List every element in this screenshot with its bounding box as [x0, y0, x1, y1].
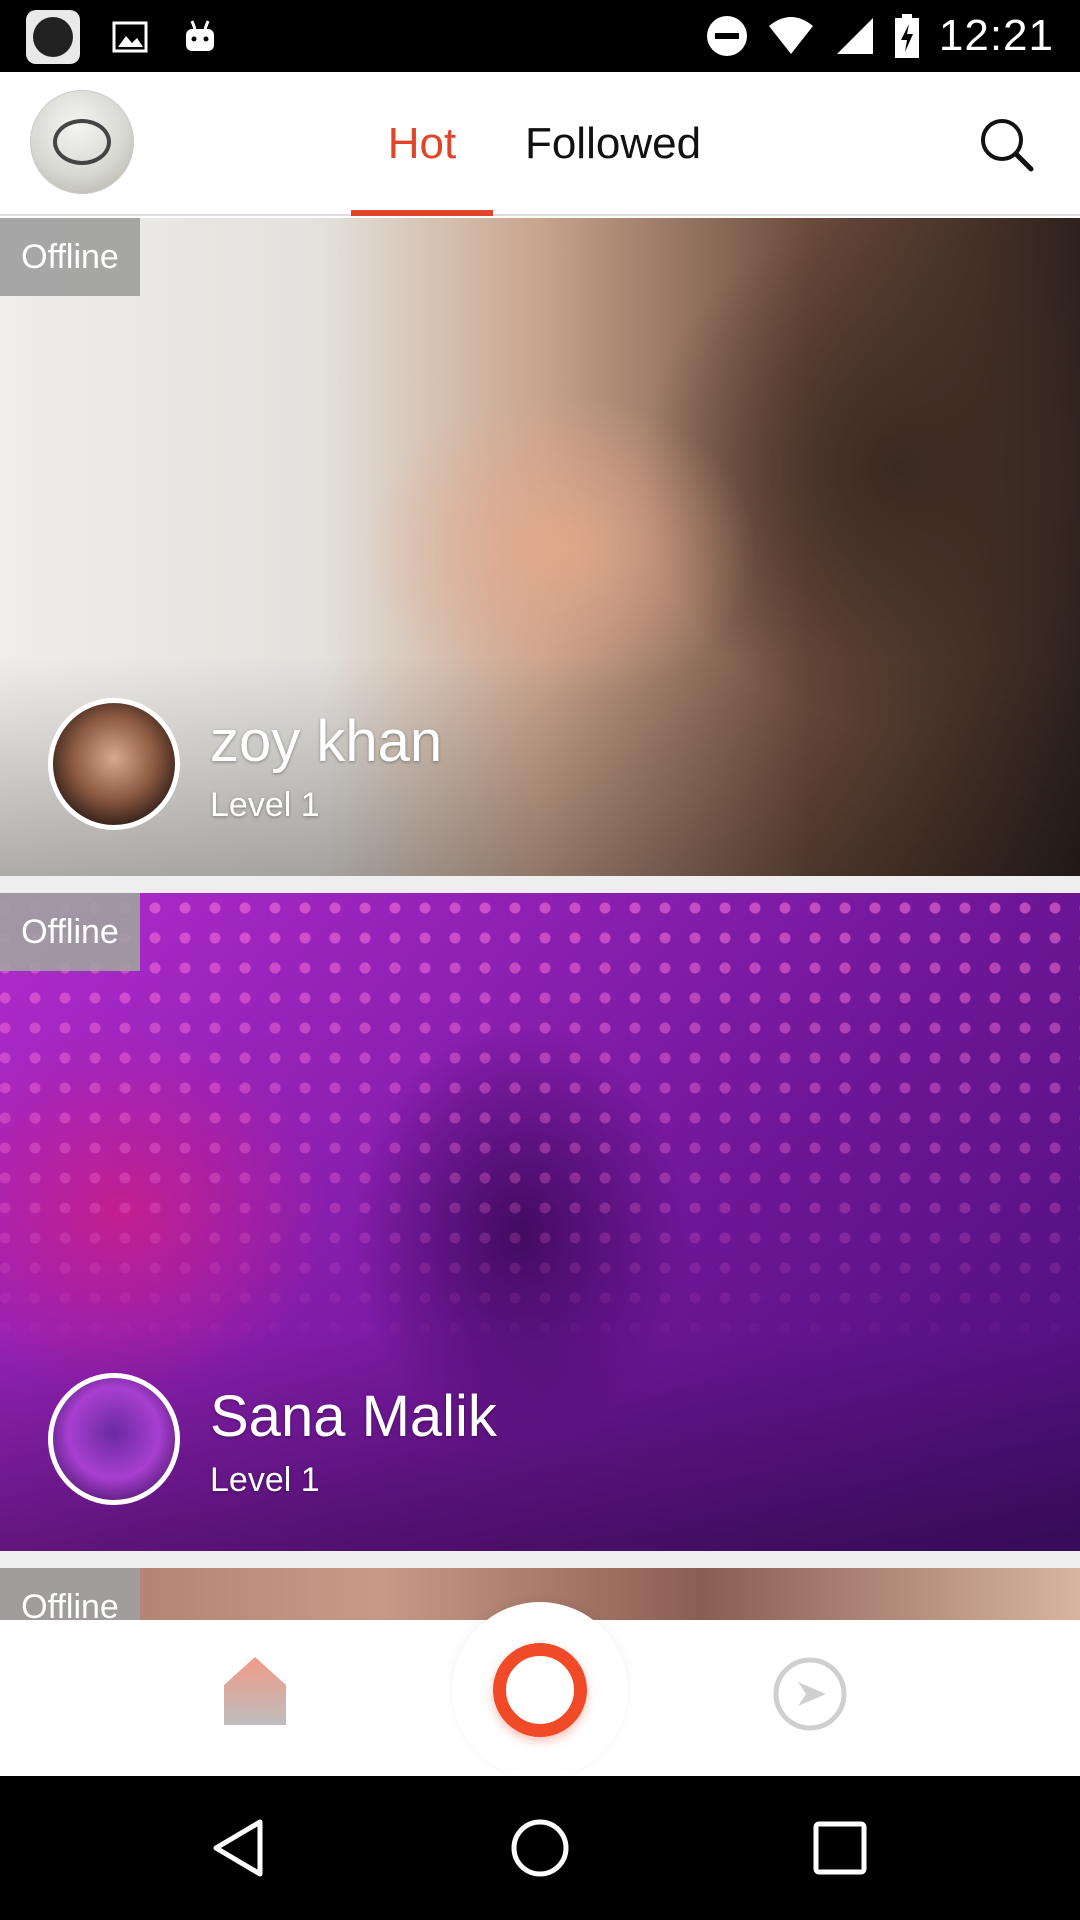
wifi-icon	[768, 17, 813, 54]
tab-followed[interactable]: Followed	[520, 72, 706, 216]
active-tab-indicator	[351, 210, 493, 216]
status-badge: Offline	[0, 218, 140, 296]
home-circle-icon[interactable]	[500, 1808, 580, 1888]
broadcaster-name: zoy khan	[210, 709, 443, 774]
status-bar: 12:21	[0, 0, 1080, 72]
system-status-icons: 12:21	[705, 8, 1054, 64]
battery-charging-icon	[894, 14, 919, 58]
broadcaster-avatar[interactable]	[48, 1373, 180, 1505]
search-icon[interactable]	[976, 114, 1036, 174]
my-profile-avatar[interactable]	[30, 90, 134, 194]
broadcaster-avatar[interactable]	[48, 698, 180, 830]
broadcaster-level: Level 1	[210, 786, 320, 824]
tab-hot[interactable]: Hot	[351, 72, 493, 216]
live-feed-list[interactable]: Offline zoy khan Level 1 Offline Sana Ma…	[0, 218, 1080, 1620]
tab-followed-label: Followed	[524, 119, 702, 168]
system-navigation-bar	[0, 1776, 1080, 1920]
bottom-navigation	[0, 1602, 1080, 1778]
broadcaster-card[interactable]: Offline zoy khan Level 1	[0, 218, 1080, 876]
recent-apps-icon[interactable]	[800, 1808, 880, 1888]
explore-compass-icon[interactable]	[770, 1654, 850, 1734]
broadcaster-card[interactable]: Offline Sana Malik Level 1	[0, 893, 1080, 1551]
status-badge: Offline	[0, 1568, 140, 1620]
broadcaster-level: Level 1	[210, 1461, 320, 1499]
broadcaster-name: Sana Malik	[210, 1384, 497, 1449]
cell-signal-icon	[836, 18, 873, 54]
back-icon[interactable]	[200, 1808, 280, 1888]
do-not-disturb-icon	[706, 16, 747, 56]
app-notification-icon	[26, 10, 80, 64]
clock: 12:21	[938, 11, 1054, 60]
go-live-button[interactable]	[452, 1602, 628, 1778]
home-icon[interactable]	[222, 1655, 288, 1727]
notification-icons	[26, 10, 220, 64]
top-app-bar: Hot Followed	[0, 72, 1080, 216]
tab-hot-label: Hot	[387, 119, 457, 168]
status-badge: Offline	[0, 893, 140, 971]
android-icon	[186, 20, 214, 51]
image-icon	[112, 21, 148, 53]
go-live-icon	[493, 1643, 587, 1737]
